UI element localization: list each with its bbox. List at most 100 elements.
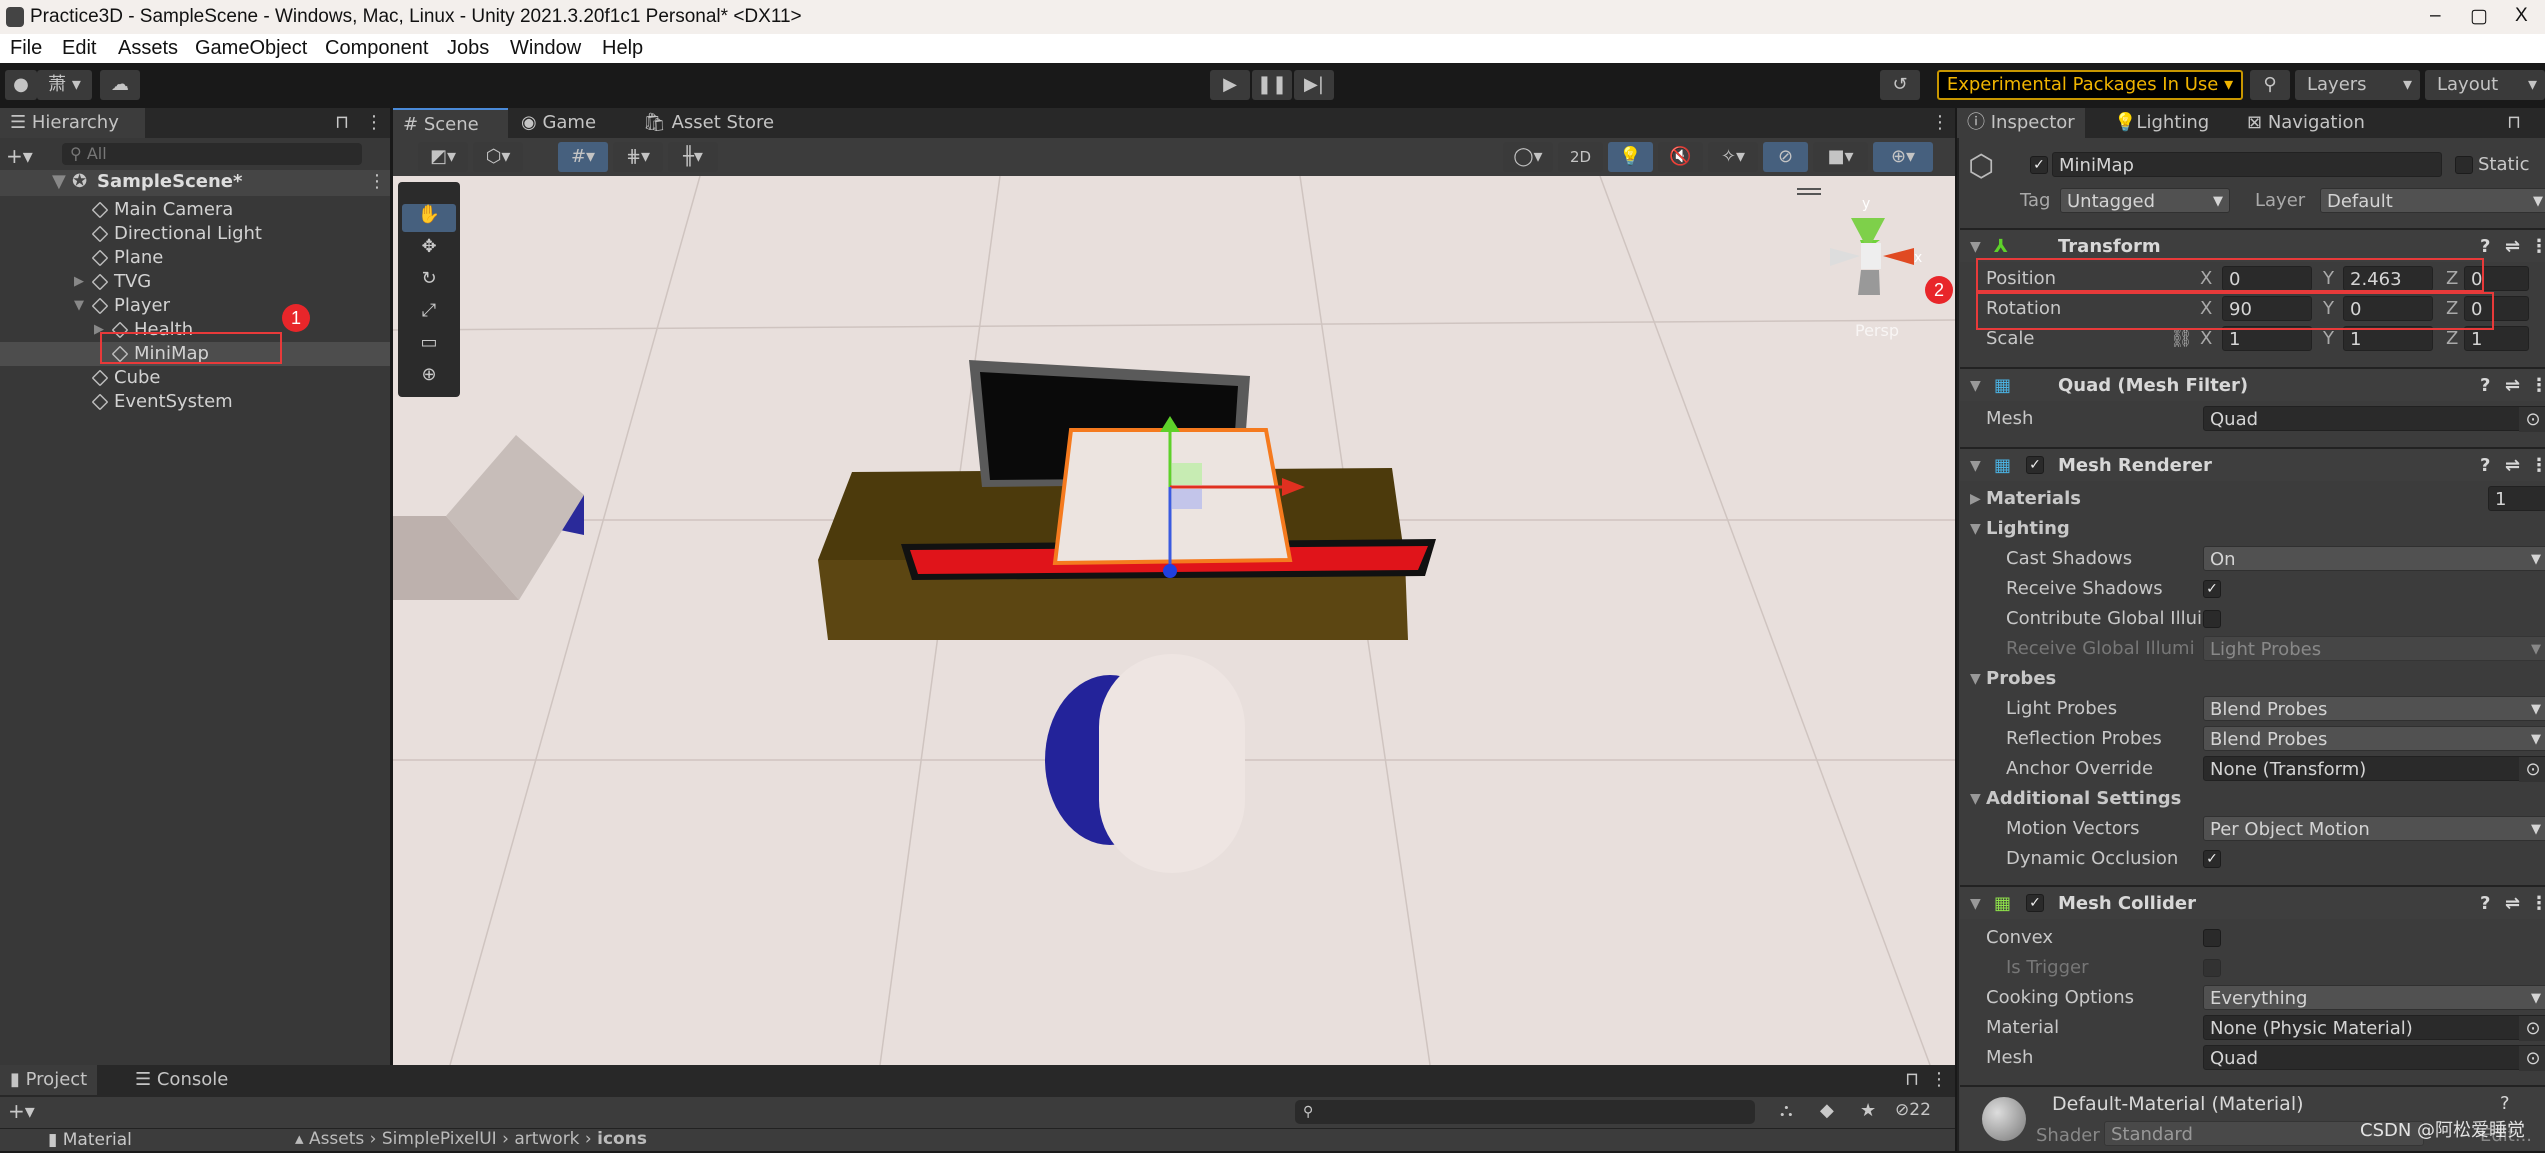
lock-icon[interactable]: ⊓ — [2507, 112, 2521, 133]
receive-shadows-checkbox[interactable]: ✓ — [2203, 580, 2221, 598]
enabled-checkbox[interactable]: ✓ — [2026, 894, 2044, 912]
enabled-checkbox[interactable]: ✓ — [2026, 456, 2044, 474]
object-picker-icon[interactable]: ⊙ — [2519, 1046, 2545, 1071]
effects-toggle[interactable]: ✧▾ — [1708, 142, 1758, 172]
render-mode-button[interactable]: ⬡▾ — [473, 142, 523, 172]
breadcrumb-item[interactable]: SimplePixelUI — [382, 1129, 497, 1149]
step-button[interactable]: ▶| — [1294, 70, 1334, 100]
convex-checkbox[interactable] — [2203, 929, 2221, 947]
menu-gameobject[interactable]: GameObject — [195, 37, 307, 60]
expand-arrow-icon[interactable]: ▼ — [1970, 887, 1981, 921]
hierarchy-item[interactable]: ▼ Player — [0, 294, 390, 318]
static-checkbox[interactable] — [2455, 156, 2473, 174]
expand-arrow-icon[interactable]: ▼ — [1970, 664, 1981, 694]
collider-mesh-field[interactable]: ⊙ Quad — [2203, 1045, 2545, 1071]
camera-button[interactable]: ■▾ — [1813, 142, 1868, 172]
mesh-field[interactable]: ⊙ Quad — [2203, 406, 2545, 432]
gizmo-center-cube[interactable] — [1861, 243, 1881, 269]
rotate-tool[interactable]: ↻ — [402, 268, 456, 296]
scene-row[interactable]: ▼ ✪ SampleScene* ⋮ — [0, 170, 390, 196]
tab-hierarchy[interactable]: ☰ Hierarchy — [0, 108, 145, 138]
expand-arrow-icon[interactable]: ▼ — [74, 294, 84, 318]
scene-viewport[interactable]: y x Persp — [393, 176, 1955, 1065]
transform-tool[interactable]: ⊕ — [402, 364, 456, 392]
materials-count-field[interactable]: 1 — [2488, 486, 2545, 511]
more-menu-icon[interactable]: ⋮ — [368, 171, 386, 192]
gizmo-z-handle[interactable] — [1163, 564, 1177, 578]
hierarchy-item[interactable]: Plane — [0, 246, 390, 270]
tag-dropdown[interactable]: ▼ Untagged — [2060, 188, 2230, 213]
expand-arrow-icon[interactable]: ▼ — [1970, 784, 1981, 814]
hand-tool[interactable]: ✋ — [402, 204, 456, 232]
layers-dropdown[interactable]: Layers ▾ — [2295, 70, 2420, 100]
menu-window[interactable]: Window — [510, 37, 581, 60]
more-menu-icon[interactable]: ⋮ — [1930, 1069, 1948, 1090]
presets-icon[interactable]: ⇌ — [2505, 449, 2520, 483]
layer-dropdown[interactable]: ▼ Default — [2320, 188, 2545, 213]
transform-header[interactable]: ▼ ⅄ Transform? ⇌ ⋮ — [1960, 228, 2545, 262]
menu-file[interactable]: File — [10, 37, 42, 60]
search-button[interactable]: ⚲ — [2250, 70, 2290, 100]
motion-vectors-dropdown[interactable]: ▼ Per Object Motion — [2203, 816, 2545, 841]
tab-console[interactable]: ☰ Console — [125, 1065, 238, 1095]
menu-help[interactable]: Help — [602, 37, 643, 60]
breadcrumb-item[interactable]: icons — [597, 1129, 647, 1149]
play-button[interactable]: ▶ — [1210, 70, 1250, 100]
create-button[interactable]: +▾ — [6, 144, 33, 168]
more-menu-icon[interactable]: ⋮ — [365, 112, 383, 133]
more-menu-icon[interactable]: ⋮ — [2530, 369, 2545, 403]
shading-button[interactable]: ◯▾ — [1503, 142, 1553, 172]
move-tool[interactable]: ✥ — [402, 236, 456, 264]
presets-icon[interactable]: ⇌ — [2505, 230, 2520, 264]
more-menu-icon[interactable]: ⋮ — [2530, 887, 2545, 921]
minimize-button[interactable]: – — [2430, 5, 2441, 27]
presets-icon[interactable]: ⇌ — [2505, 887, 2520, 921]
account-icon[interactable]: ● — [5, 70, 37, 100]
more-menu-icon[interactable]: ⋮ — [2530, 230, 2545, 264]
is-trigger-checkbox[interactable] — [2203, 959, 2221, 977]
pause-button[interactable]: ❚❚ — [1252, 70, 1292, 100]
hierarchy-item[interactable]: Directional Light — [0, 222, 390, 246]
tab-lighting[interactable]: 💡Lighting — [2104, 108, 2219, 138]
gizmo-plane-xz[interactable] — [1172, 489, 1202, 509]
presets-icon[interactable]: ⇌ — [2505, 369, 2520, 403]
menu-assets[interactable]: Assets — [118, 37, 178, 60]
mesh-filter-header[interactable]: ▼ ▦ Quad (Mesh Filter)? ⇌ ⋮ — [1960, 367, 2545, 401]
hidden-packages-toggle[interactable]: ⊘22 — [1895, 1100, 1931, 1120]
menu-component[interactable]: Component — [325, 37, 428, 60]
object-picker-icon[interactable]: ⊙ — [2519, 757, 2545, 782]
cooking-options-dropdown[interactable]: ▼ Everything — [2203, 985, 2545, 1010]
mesh-renderer-header[interactable]: ▼ ▦ ✓ Mesh Renderer? ⇌ ⋮ — [1960, 447, 2545, 481]
snap-increment-button[interactable]: ⋕▾ — [613, 142, 663, 172]
hierarchy-item[interactable]: Main Camera — [0, 198, 390, 222]
tab-project[interactable]: ▮ Project — [0, 1065, 98, 1095]
breadcrumb-item[interactable]: artwork — [514, 1129, 579, 1149]
persp-label[interactable]: Persp — [1855, 321, 1899, 340]
anchor-override-field[interactable]: ⊙ None (Transform) — [2203, 756, 2545, 782]
more-menu-icon[interactable]: ⋮ — [2530, 449, 2545, 483]
help-icon[interactable]: ? — [2480, 369, 2490, 403]
expand-arrow-icon[interactable]: ▶ — [74, 270, 84, 294]
create-button[interactable]: +▾ — [8, 1099, 35, 1123]
expand-arrow-icon[interactable]: ▼ — [1970, 514, 1981, 544]
tab-navigation[interactable]: ⊠ Navigation — [2237, 108, 2375, 138]
object-name-input[interactable]: MiniMap — [2052, 152, 2442, 177]
light-probes-dropdown[interactable]: ▼ Blend Probes — [2203, 696, 2545, 721]
maximize-button[interactable]: ▢ — [2470, 5, 2488, 28]
scale-tool[interactable]: ⤢ — [402, 300, 456, 328]
favorite-icon[interactable]: ★ — [1860, 1100, 1876, 1121]
object-picker-icon[interactable]: ⊙ — [2519, 1016, 2545, 1041]
object-picker-icon[interactable]: ⊙ — [2519, 407, 2545, 432]
contribute-gi-checkbox[interactable] — [2203, 610, 2221, 628]
more-menu-icon[interactable]: ⋮ — [1931, 112, 1949, 133]
hierarchy-search-input[interactable]: ⚲ All — [62, 143, 362, 165]
layout-dropdown[interactable]: Layout ▾ — [2425, 70, 2545, 100]
draw-mode-button[interactable]: ◩▾ — [418, 142, 468, 172]
expand-arrow-icon[interactable]: ▶ — [1970, 484, 1981, 514]
undo-history-button[interactable]: ↺ — [1880, 70, 1920, 100]
cloud-button[interactable]: ☁ — [100, 70, 140, 100]
gizmo-cone-neg-y[interactable] — [1858, 270, 1880, 295]
folder-material[interactable]: ▮ Material — [48, 1130, 132, 1150]
audio-toggle[interactable]: 🔇 — [1658, 142, 1703, 172]
experimental-packages-button[interactable]: Experimental Packages In Use ▾ — [1937, 70, 2243, 100]
